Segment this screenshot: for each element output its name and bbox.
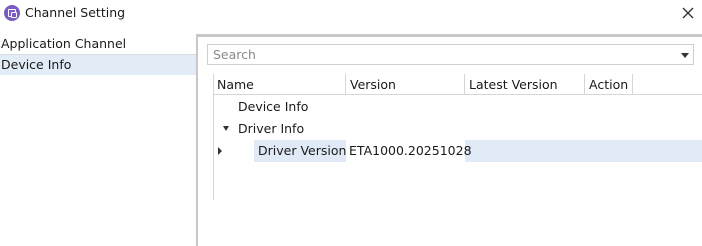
column-header-name[interactable]: Name: [213, 74, 346, 95]
row-version: ETA1000.20251028: [349, 143, 472, 158]
content-panel: Name Version Latest Version Action Devic…: [198, 34, 702, 246]
table-row[interactable]: Device Info: [213, 96, 702, 118]
table-row[interactable]: Driver Version ETA1000.20251028: [213, 140, 702, 162]
window-title: Channel Setting: [25, 5, 126, 20]
grid-header: Name Version Latest Version Action: [213, 74, 702, 95]
column-header-action[interactable]: Action: [585, 74, 633, 95]
sidebar-item-application-channel[interactable]: Application Channel: [0, 34, 196, 55]
column-header-version[interactable]: Version: [346, 74, 465, 95]
selection-highlight: [465, 140, 702, 162]
row-name: Device Info: [238, 99, 309, 114]
close-button[interactable]: [678, 3, 698, 23]
search-input[interactable]: [208, 45, 673, 64]
chevron-down-icon[interactable]: [681, 53, 689, 58]
title-bar: Channel Setting: [0, 0, 702, 26]
sidebar-item-device-info[interactable]: Device Info: [0, 55, 196, 75]
app-icon: [4, 5, 20, 21]
expand-toggle-icon[interactable]: [223, 126, 229, 131]
sidebar-item-label: Application Channel: [1, 36, 127, 51]
sidebar: Application Channel Device Info: [0, 34, 196, 246]
tree-grid: Name Version Latest Version Action Devic…: [213, 74, 702, 246]
search-combobox[interactable]: [207, 44, 694, 65]
current-row-pointer-icon: [218, 147, 222, 155]
sidebar-item-label: Device Info: [1, 57, 72, 72]
close-icon: [682, 7, 694, 19]
row-name: Driver Version: [258, 143, 347, 158]
row-name: Driver Info: [238, 121, 305, 136]
column-header-latest-version[interactable]: Latest Version: [465, 74, 585, 95]
table-row[interactable]: Driver Info: [213, 118, 702, 140]
content-top-border: [198, 34, 702, 37]
